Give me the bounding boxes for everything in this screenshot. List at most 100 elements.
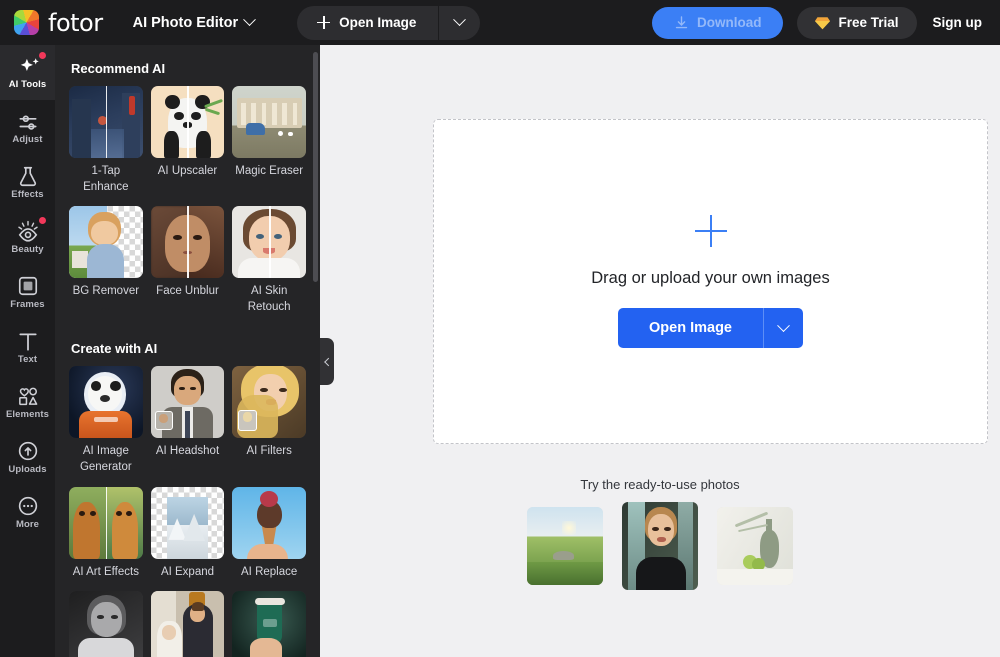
panel-collapse-handle[interactable] (320, 338, 334, 385)
rail-item-label: Text (17, 354, 38, 366)
eye-icon (17, 221, 38, 242)
chevron-left-icon (324, 357, 333, 366)
ready-photo-vase-apples-stilllife[interactable] (717, 507, 793, 585)
dropzone-message: Drag or upload your own images (591, 269, 830, 287)
ai-tool-tile-bg-remover[interactable]: BG Remover (69, 206, 143, 322)
ai-tool-tile-ai-replace[interactable]: AI Replace (232, 486, 306, 587)
ai-tool-tile-ai-upscaler[interactable]: AI Upscaler (150, 86, 225, 202)
ai-tool-tile-1-tap-enhance[interactable]: 1-Tap Enhance (69, 86, 143, 202)
chevron-down-icon (243, 13, 256, 27)
left-tool-rail: AI Tools Adjust Effects Beauty Frames Text Ele… (0, 45, 55, 657)
ai-tool-tile[interactable] (69, 590, 143, 657)
panel-scrollbar-thumb[interactable] (313, 52, 318, 282)
rail-item-label: Frames (10, 299, 45, 311)
app-header: fotor AI Photo Editor Open Image Downloa… (0, 0, 1000, 45)
open-image-button[interactable]: Open Image (297, 6, 438, 40)
rail-item-effects[interactable]: Effects (0, 155, 55, 210)
tile-thumbnail (232, 206, 306, 279)
tile-thumbnail (232, 590, 306, 657)
ai-tool-tile-ai-image-generator[interactable]: AI Image Generator (69, 366, 143, 482)
ai-tool-tile-magic-eraser[interactable]: Magic Eraser (232, 86, 306, 202)
tile-thumbnail (232, 86, 306, 158)
tile-thumbnail (150, 86, 225, 158)
ai-tool-tile-ai-skin-retouch[interactable]: AI Skin Retouch (232, 206, 306, 322)
open-image-dropdown-button[interactable] (438, 5, 480, 40)
tile-thumbnail (69, 590, 143, 657)
dropzone-open-image-dropdown-button[interactable] (763, 308, 803, 348)
rail-item-label: Adjust (12, 134, 43, 146)
rail-item-text[interactable]: Text (0, 320, 55, 375)
ready-photos-row (320, 502, 1000, 590)
ai-tool-tile[interactable] (232, 590, 306, 657)
tile-label: AI Skin Retouch (247, 285, 291, 314)
ai-tool-tile-face-unblur[interactable]: Face Unblur (150, 206, 225, 322)
tile-thumbnail (69, 86, 143, 158)
app-switcher-label: AI Photo Editor (132, 14, 239, 31)
rail-item-label: Beauty (11, 244, 44, 256)
color-wheel-logo-icon (14, 10, 39, 35)
editor-canvas: Drag or upload your own images Open Imag… (320, 45, 1000, 657)
rail-item-ai-tools[interactable]: AI Tools (0, 45, 55, 100)
ellipsis-circle-icon (18, 497, 37, 516)
tile-label: AI Filters (246, 445, 292, 458)
header-actions: Download Free Trial Sign up (651, 6, 985, 39)
open-image-label: Open Image (339, 15, 417, 30)
tile-label: AI Expand (160, 565, 215, 578)
tile-label: AI Headshot (155, 445, 220, 458)
sign-up-button[interactable]: Sign up (931, 11, 985, 34)
sparkle-icon (20, 58, 39, 72)
ready-photo-field-landscape[interactable] (527, 507, 603, 585)
ai-tools-panel[interactable]: Recommend AI 1-Tap Enhance AI Upscaler Magi… (55, 45, 320, 657)
rail-item-frames[interactable]: Frames (0, 265, 55, 320)
tile-label: 1-Tap Enhance (83, 165, 129, 194)
brand-logo[interactable]: fotor (14, 9, 103, 37)
tile-thumbnail (150, 590, 225, 657)
free-trial-button[interactable]: Free Trial (797, 6, 917, 39)
ai-tool-tile-ai-expand[interactable]: AI Expand (150, 486, 225, 587)
rail-item-label: AI Tools (8, 79, 47, 91)
tile-label: Magic Eraser (235, 165, 304, 177)
tile-thumbnail (150, 366, 225, 439)
image-dropzone[interactable]: Drag or upload your own images Open Imag… (433, 119, 988, 444)
dropzone-open-image-split-button: Open Image (618, 308, 803, 348)
ai-tool-tile-ai-filters[interactable]: AI Filters (232, 366, 306, 482)
rail-item-label: Elements (5, 409, 50, 421)
tile-label: AI Replace (241, 565, 298, 578)
download-button[interactable]: Download (651, 6, 784, 39)
frame-icon (18, 277, 37, 296)
ready-photo-woman-window-portrait[interactable] (622, 502, 698, 590)
tile-label: AI Image Generator (79, 445, 132, 474)
ai-tool-tile-ai-art-effects[interactable]: AI Art Effects (69, 486, 143, 587)
tile-label: Face Unblur (156, 285, 219, 298)
tile-thumbnail (232, 486, 306, 559)
tile-thumbnail (69, 366, 143, 439)
ready-photos-title: Try the ready-to-use photos (580, 477, 740, 492)
ai-tool-tile-ai-headshot[interactable]: AI Headshot (150, 366, 225, 482)
ai-tool-tile[interactable] (150, 590, 225, 657)
plus-icon (694, 215, 727, 247)
ai-tools-panel-content: Recommend AI 1-Tap Enhance AI Upscaler Magi… (55, 45, 320, 657)
dropzone-open-image-button[interactable]: Open Image (618, 308, 763, 348)
tile-label: AI Art Effects (72, 565, 139, 578)
rail-item-uploads[interactable]: Uploads (0, 430, 55, 485)
upload-cloud-icon (18, 442, 37, 461)
sliders-icon (18, 115, 37, 130)
tile-label: AI Upscaler (157, 165, 218, 177)
rail-item-elements[interactable]: Elements (0, 375, 55, 430)
open-image-split-button: Open Image (297, 5, 481, 40)
panel-tile-grid: AI Image Generator AI Headshot AI Filters A… (69, 366, 306, 657)
shapes-icon (18, 387, 37, 406)
tile-label: BG Remover (72, 285, 140, 298)
app-switcher[interactable]: AI Photo Editor (132, 13, 256, 31)
panel-section-heading: Create with AI (71, 341, 158, 357)
rail-item-adjust[interactable]: Adjust (0, 100, 55, 155)
rail-item-more[interactable]: More (0, 485, 55, 540)
panel-section-heading: Recommend AI (71, 61, 166, 76)
rail-item-beauty[interactable]: Beauty (0, 210, 55, 265)
text-t-icon (18, 333, 37, 351)
chevron-down-icon (777, 318, 790, 332)
panel-tile-grid: 1-Tap Enhance AI Upscaler Magic Eraser BG R… (69, 86, 306, 322)
tile-thumbnail (232, 366, 306, 439)
brand-name: fotor (48, 8, 103, 37)
chevron-down-icon (453, 13, 467, 27)
